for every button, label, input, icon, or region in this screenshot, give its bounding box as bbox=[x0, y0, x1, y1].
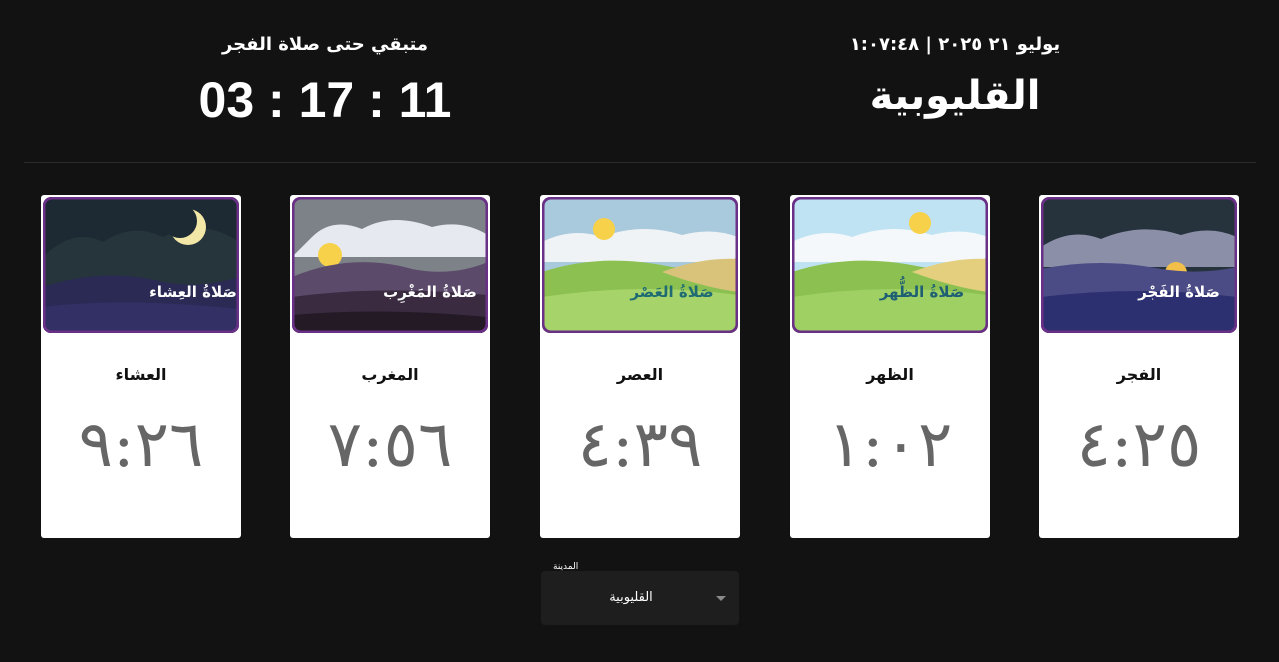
city-title: القليوبية bbox=[869, 73, 1041, 119]
maghrib-scene-image: صَلاةُ المَغْرِب bbox=[292, 197, 488, 333]
fajr-image-caption: صَلاةُ الفَجْر bbox=[1137, 283, 1220, 301]
prayer-card-maghrib: صَلاةُ المَغْرِب المغرب ٧:٥٦ bbox=[290, 195, 490, 538]
prayer-name-maghrib: المغرب bbox=[361, 365, 419, 384]
maghrib-illustration: صَلاةُ المَغْرِب bbox=[292, 197, 488, 333]
city-select-field: المدينة القليوبية bbox=[541, 562, 739, 625]
city-select-dropdown[interactable]: القليوبية bbox=[541, 571, 739, 625]
prayer-card-dhuhr: صَلاةُ الظُّهر الظهر ١:٠٢ bbox=[790, 195, 990, 538]
city-select-value: القليوبية bbox=[609, 590, 653, 605]
asr-scene-image: صَلاةُ العَصْر bbox=[542, 197, 738, 333]
chevron-down-icon bbox=[716, 596, 726, 601]
isha-illustration: صَلاةُ العِشاء bbox=[43, 197, 239, 333]
prayer-time-dhuhr: ١:٠٢ bbox=[827, 408, 953, 482]
prayer-card-asr: صَلاةُ العَصْر العصر ٤:٣٩ bbox=[540, 195, 740, 538]
dhuhr-illustration: صَلاةُ الظُّهر bbox=[792, 197, 988, 333]
fajr-scene-image: صَلاةُ الفَجْر bbox=[1041, 197, 1237, 333]
countdown-label: متبقي حتى صلاة الفجر bbox=[221, 34, 429, 55]
header-divider bbox=[24, 162, 1256, 163]
dhuhr-scene-image: صَلاةُ الظُّهر bbox=[792, 197, 988, 333]
prayer-name-dhuhr: الظهر bbox=[866, 365, 914, 384]
prayer-time-maghrib: ٧:٥٦ bbox=[327, 408, 453, 482]
prayer-card-isha: صَلاةُ العِشاء العشاء ٩:٢٦ bbox=[41, 195, 241, 538]
prayer-name-isha: العشاء bbox=[115, 365, 167, 384]
fajr-illustration: صَلاةُ الفَجْر bbox=[1041, 197, 1237, 333]
maghrib-image-caption: صَلاةُ المَغْرِب bbox=[383, 283, 477, 304]
countdown-timer: 03 : 17 : 11 bbox=[198, 72, 452, 128]
prayer-card-fajr: صَلاةُ الفَجْر الفجر ٤:٢٥ bbox=[1039, 195, 1239, 538]
countdown-header: متبقي حتى صلاة الفجر 03 : 17 : 11 bbox=[110, 30, 540, 128]
prayer-name-asr: العصر bbox=[616, 365, 664, 384]
prayer-name-fajr: الفجر bbox=[1116, 365, 1162, 384]
asr-illustration: صَلاةُ العَصْر bbox=[542, 197, 738, 333]
isha-scene-image: صَلاةُ العِشاء bbox=[43, 197, 239, 333]
asr-image-caption: صَلاةُ العَصْر bbox=[629, 283, 713, 301]
prayer-cards: صَلاةُ العِشاء العشاء ٩:٢٦ صَلاةُ المَغْ… bbox=[41, 195, 1239, 538]
prayer-time-fajr: ٤:٢٥ bbox=[1076, 408, 1202, 482]
prayer-time-asr: ٤:٣٩ bbox=[577, 408, 703, 482]
isha-image-caption: صَلاةُ العِشاء bbox=[149, 283, 237, 301]
prayer-times-page: يوليو ٢١ ٢٠٢٥ | ١:٠٧:٤٨ القليوبية متبقي … bbox=[0, 0, 1279, 662]
date-city-header: يوليو ٢١ ٢٠٢٥ | ١:٠٧:٤٨ القليوبية bbox=[730, 30, 1180, 124]
current-date-time: يوليو ٢١ ٢٠٢٥ | ١:٠٧:٤٨ bbox=[849, 34, 1061, 55]
prayer-time-isha: ٩:٢٦ bbox=[78, 408, 204, 482]
